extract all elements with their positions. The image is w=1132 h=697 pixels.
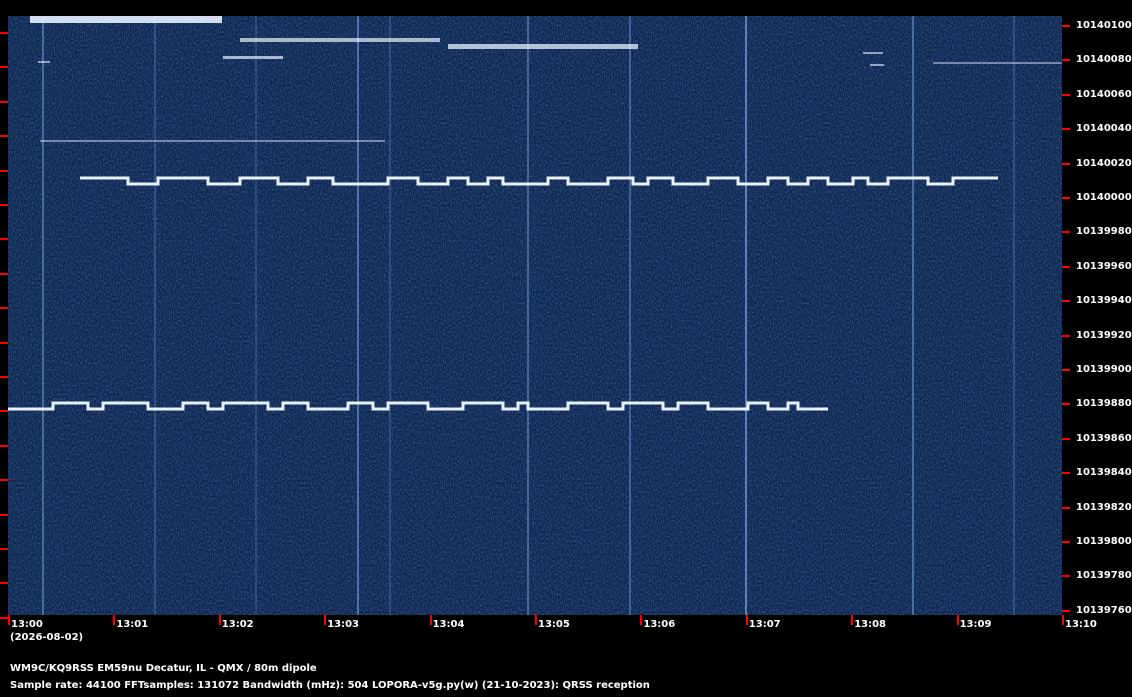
- frequency-tick: [1062, 403, 1070, 406]
- frequency-tick: [1062, 162, 1070, 165]
- signal-burst-top: [30, 16, 222, 23]
- frequency-label: 10139800: [1076, 536, 1132, 547]
- signal-dash-row: [870, 64, 884, 66]
- time-label: 13:07: [748, 619, 781, 630]
- left-frequency-tick: [0, 66, 8, 69]
- signal-dash-row: [223, 56, 283, 59]
- frequency-axis: 10140100 10140080 10140060 10140040 10140020…: [1062, 16, 1132, 616]
- time-label: 13:08: [854, 619, 887, 630]
- frequency-label: 10139920: [1076, 329, 1132, 341]
- signal-burst-upper: [240, 38, 440, 42]
- left-frequency-tick: [0, 204, 8, 206]
- left-frequency-tick: [0, 410, 8, 413]
- frequency-tick: [1062, 472, 1070, 475]
- frequency-label: 10139900: [1076, 364, 1132, 375]
- left-frequency-tick: [0, 169, 8, 172]
- left-frequency-tick: [0, 376, 8, 378]
- time-tick: [113, 615, 116, 625]
- time-tick: [324, 615, 327, 625]
- frequency-tick: [1062, 334, 1070, 337]
- spectrogram-canvas: [8, 16, 1063, 615]
- capture-parameters: Sample rate: 44100 FFTsamples: 131072 Ba…: [10, 680, 369, 691]
- time-tick: [535, 615, 537, 625]
- frequency-label: 10140000: [1076, 192, 1132, 203]
- time-tick: [8, 615, 10, 625]
- frequency-label: 10140100: [1076, 20, 1132, 31]
- signal-dash-row: [933, 62, 1063, 64]
- frequency-tick: [1062, 128, 1070, 131]
- left-frequency-tick: [0, 513, 8, 516]
- spectrogram-waterfall: [8, 16, 1063, 615]
- left-frequency-tick: [0, 272, 8, 275]
- signal-dash-row: [38, 61, 50, 63]
- left-frequency-tick: [0, 582, 8, 585]
- frequency-label: 10139940: [1076, 295, 1132, 307]
- frequency-tick: [1062, 231, 1070, 234]
- time-tick: [640, 615, 643, 625]
- time-label: 13:10: [1065, 619, 1097, 630]
- frequency-tick: [1062, 609, 1070, 612]
- frequency-tick: [1062, 369, 1070, 371]
- frequency-tick: [1062, 437, 1070, 440]
- time-tick: [745, 615, 748, 625]
- time-tick: [1062, 615, 1064, 625]
- frequency-tick: [1062, 265, 1070, 268]
- left-frequency-tick: [0, 238, 8, 241]
- frequency-label: 10140040: [1076, 123, 1132, 135]
- frequency-tick: [1062, 300, 1070, 303]
- frequency-tick: [1062, 541, 1070, 543]
- time-label: 13:04: [432, 619, 465, 630]
- software-info: LOPORA-v5g.py(w) (21-10-2023): QRSS rece…: [372, 680, 650, 691]
- time-label: 13:01: [116, 619, 149, 630]
- frequency-tick: [1062, 506, 1070, 509]
- frequency-tick: [1062, 575, 1070, 578]
- frequency-label: 10139820: [1076, 501, 1132, 513]
- frequency-tick: [1062, 93, 1070, 96]
- time-tick: [218, 615, 221, 625]
- frequency-label: 10139980: [1076, 226, 1132, 238]
- signal-faint-row: [40, 140, 385, 142]
- date-label: (2026-08-02): [10, 632, 84, 643]
- frequency-tick: [1062, 25, 1070, 27]
- frequency-tick: [1062, 59, 1070, 62]
- left-frequency-tick: [0, 307, 8, 310]
- left-frequency-tick: [0, 341, 8, 344]
- time-label: 13:09: [959, 619, 992, 630]
- time-label: 13:00: [11, 619, 43, 630]
- left-frequency-tick: [0, 479, 8, 482]
- frequency-label: 10140060: [1076, 88, 1132, 100]
- frequency-label: 10139960: [1076, 260, 1132, 272]
- left-frequency-tick: [0, 32, 8, 34]
- frequency-tick: [1062, 197, 1070, 199]
- time-tick: [956, 615, 959, 625]
- time-label: 13:02: [221, 619, 254, 630]
- frequency-label: 10139880: [1076, 398, 1132, 410]
- left-frequency-tick: [0, 548, 8, 550]
- time-label: 13:05: [538, 619, 570, 630]
- signal-burst-upper-right: [448, 44, 638, 49]
- time-tick: [851, 615, 854, 625]
- left-frequency-tick: [0, 100, 8, 103]
- left-frequency-tick: [0, 444, 8, 447]
- signal-dash-row: [863, 52, 883, 54]
- frequency-label: 10139840: [1076, 467, 1132, 479]
- left-frequency-tick: [0, 135, 8, 138]
- time-tick: [429, 615, 432, 625]
- station-info: WM9C/KQ9RSS EM59nu Decatur, IL - QMX / 8…: [10, 663, 317, 674]
- time-axis: 13:00 13:01 13:02 13:03 13:04 13:05 13:06 13:07…: [0, 615, 1132, 645]
- time-label: 13:06: [643, 619, 676, 630]
- frequency-label: 10139860: [1076, 432, 1132, 444]
- frequency-label: 10140080: [1076, 54, 1132, 66]
- frequency-label: 10139780: [1076, 570, 1132, 582]
- spectrogram-noise: [8, 16, 1062, 615]
- frequency-label: 10140020: [1076, 157, 1132, 169]
- time-label: 13:03: [327, 619, 360, 630]
